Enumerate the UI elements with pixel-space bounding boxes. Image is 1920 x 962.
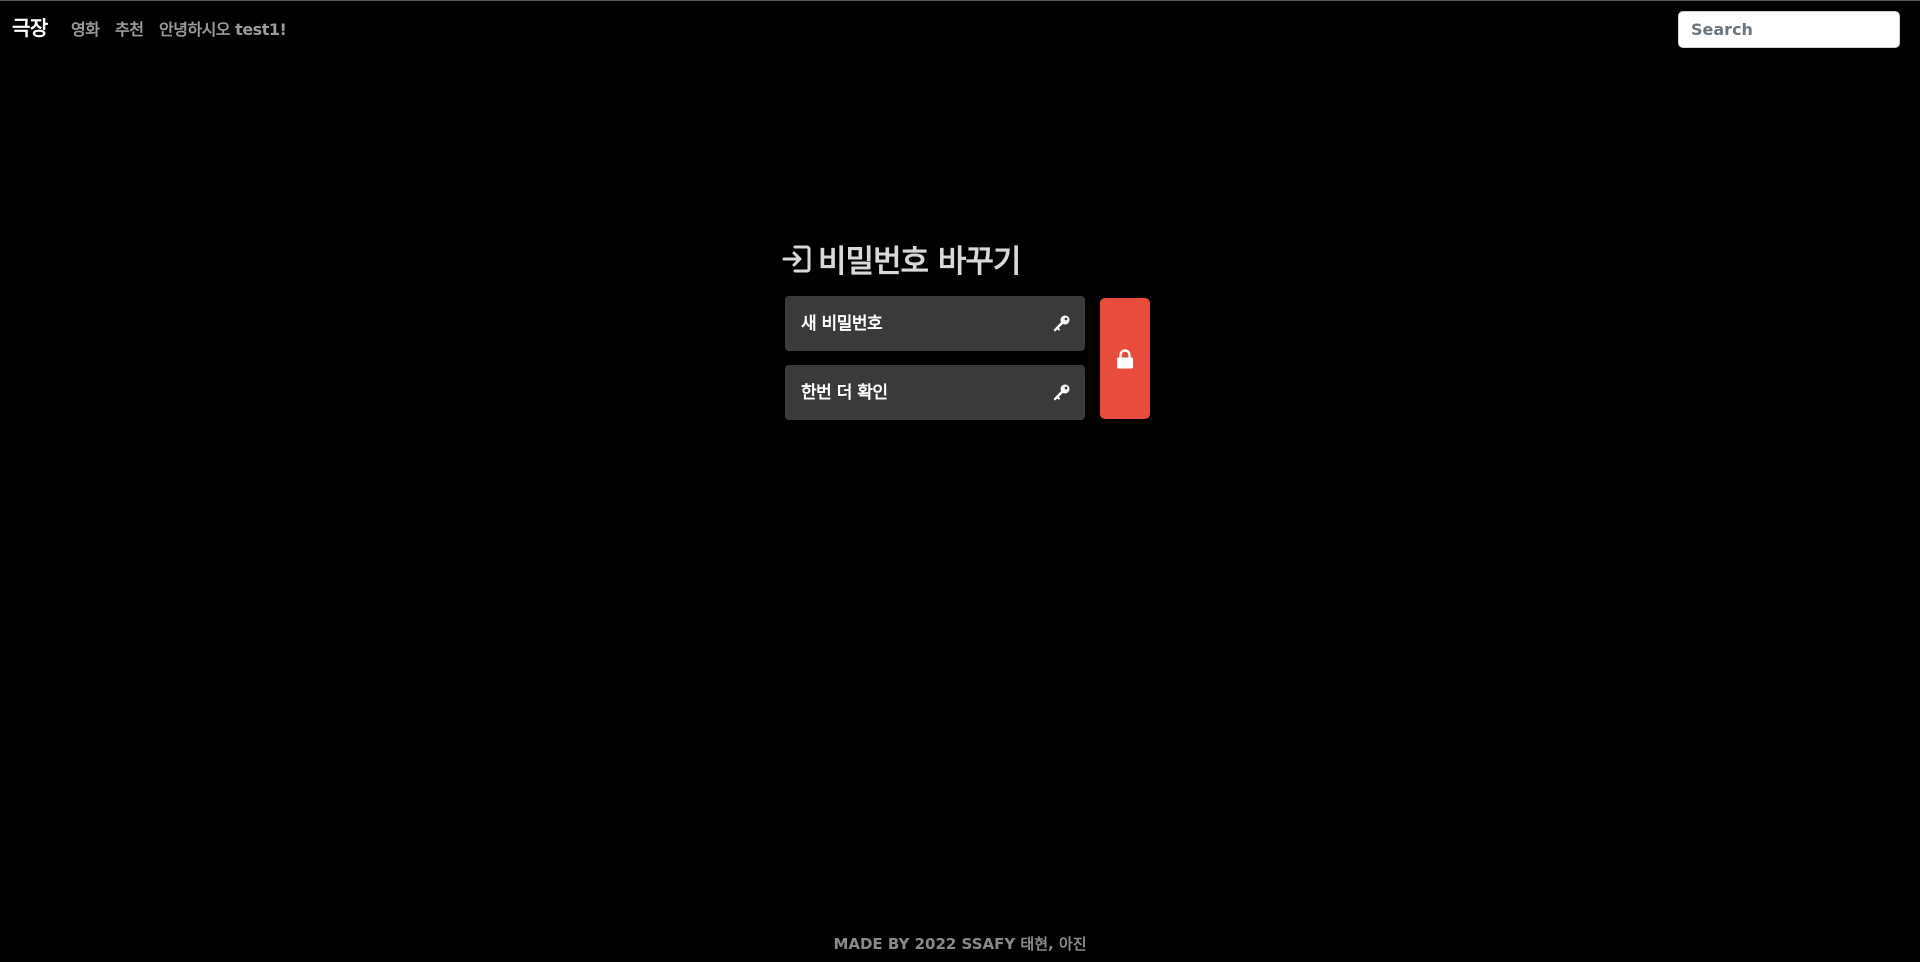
key-icon	[1053, 315, 1070, 332]
login-icon	[782, 245, 811, 272]
brand-logo[interactable]: 극장	[12, 12, 48, 41]
nav-link-movies[interactable]: 영화	[71, 16, 100, 40]
nav-link-recommend[interactable]: 추천	[115, 16, 144, 40]
lock-icon	[1117, 348, 1133, 368]
change-password-submit-button[interactable]	[1100, 298, 1150, 419]
footer-credit: MADE BY 2022 SSAFY 태현, 아진	[833, 935, 1087, 953]
page-title: 비밀번호 바꾸기	[782, 236, 1021, 281]
search-input[interactable]	[1678, 11, 1900, 48]
new-password-field-wrapper	[785, 296, 1085, 351]
user-greeting[interactable]: 안녕하시오 test1!	[159, 16, 287, 40]
navbar: 극장 영화 추천 안녕하시오 test1!	[0, 1, 1920, 53]
page-title-text: 비밀번호 바꾸기	[818, 244, 1021, 280]
new-password-field[interactable]	[785, 296, 1085, 351]
confirm-password-field-wrapper	[785, 365, 1085, 420]
confirm-password-field[interactable]	[785, 365, 1085, 420]
key-icon	[1053, 384, 1070, 401]
